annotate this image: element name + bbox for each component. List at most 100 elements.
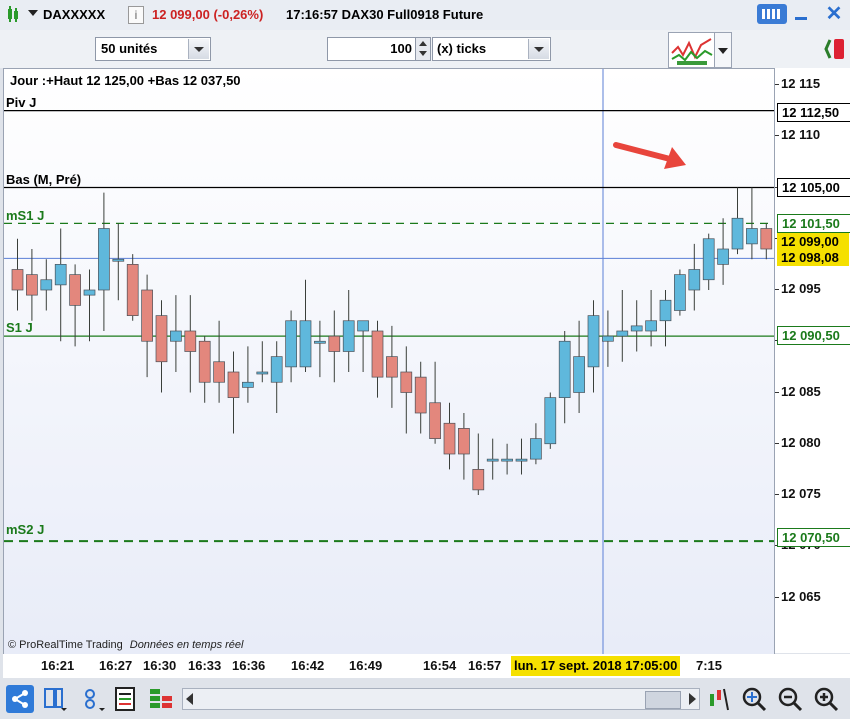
price-tag-last: 12 099,00: [777, 233, 849, 250]
candle-body: [126, 264, 139, 316]
candle-body: [616, 330, 629, 337]
orderbook-icon[interactable]: [148, 686, 174, 712]
candlestick-icon[interactable]: [6, 6, 20, 24]
y-tick-mark: [775, 596, 779, 598]
line-label-ms1: mS1 J: [6, 208, 45, 223]
side-panel-icon[interactable]: [822, 34, 848, 64]
symbol-label[interactable]: DAXXXXX: [43, 7, 105, 22]
candle-body: [141, 289, 153, 342]
title-bar: DAXXXXX i 12 099,00 (-0,26%) 17:16:57 DA…: [0, 0, 850, 31]
candle-body: [112, 258, 125, 262]
candle-body: [342, 320, 355, 352]
minimize-icon[interactable]: [792, 4, 810, 24]
candle-body: [242, 381, 254, 388]
candle-body: [544, 397, 557, 445]
scroll-thumb[interactable]: [645, 691, 681, 709]
candle-body: [688, 269, 701, 291]
zoom-out-icon[interactable]: [776, 685, 804, 713]
x-tick-label: 16:21: [41, 658, 75, 673]
y-tick-label: 12 080: [781, 434, 821, 450]
candle-body: [213, 361, 225, 383]
scroll-right-icon[interactable]: [689, 693, 696, 705]
price-tag-cross: 12 098,08: [777, 249, 849, 266]
units-select[interactable]: 50 unités: [95, 37, 211, 61]
candle-body: [11, 269, 24, 291]
indicator-dropdown-icon[interactable]: [714, 32, 732, 68]
y-tick-mark: [775, 442, 779, 444]
keyboard-icon[interactable]: [757, 4, 787, 24]
info-icon[interactable]: i: [128, 6, 144, 24]
y-tick-label: 12 110: [781, 127, 821, 143]
candle-body: [227, 371, 240, 398]
candle-body: [659, 299, 672, 322]
candle-body: [371, 330, 384, 378]
price-chart[interactable]: Jour :+Haut 12 125,00 +Bas 12 037,50 Piv…: [3, 68, 775, 655]
candle-body: [299, 320, 312, 368]
zoom-in-icon[interactable]: [812, 685, 840, 713]
candle-body: [558, 340, 571, 398]
chevron-down-icon[interactable]: [188, 39, 209, 59]
price-change: 12 099,00 (-0,26%): [152, 7, 264, 22]
y-tick-label: 12 065: [781, 588, 821, 604]
candle-body: [515, 458, 528, 462]
y-tick-mark: [775, 391, 779, 393]
ticks-select[interactable]: (x) ticks: [432, 37, 551, 61]
candle-body: [645, 320, 657, 332]
candle-body: [69, 274, 81, 306]
realtime-text: Données en temps réel: [129, 639, 244, 651]
report-icon[interactable]: [114, 686, 136, 712]
candle-body: [270, 356, 283, 383]
candle-body: [285, 320, 297, 368]
scroll-left-icon[interactable]: [186, 693, 193, 705]
units-select-label: 50 unités: [101, 41, 158, 56]
candle-body: [530, 438, 542, 460]
price-tag-piv: 12 112,50: [777, 103, 850, 122]
y-tick-label: 12 085: [781, 383, 821, 399]
close-icon[interactable]: ✕: [824, 4, 844, 24]
candle-body: [198, 340, 211, 383]
instrument-info: 17:16:57 DAX30 Full0918 Future: [286, 7, 484, 22]
price-axis[interactable]: 12 11512 11012 10512 10012 09512 09012 0…: [774, 68, 850, 653]
candle-body: [443, 422, 456, 455]
ticks-select-label: (x) ticks: [437, 41, 487, 56]
indicator-icon[interactable]: [668, 32, 716, 68]
candle-body: [170, 330, 182, 342]
y-tick-mark: [775, 135, 779, 137]
ticks-stepper[interactable]: [415, 37, 431, 61]
crosshair-date: lun. 17 sept. 2018 17:05:00: [511, 656, 681, 676]
horizontal-scrollbar[interactable]: [182, 688, 700, 710]
line-label-ms2: mS2 J: [6, 522, 45, 537]
candle-body: [472, 469, 485, 491]
candle-body: [501, 458, 513, 462]
y-tick-mark: [775, 289, 779, 290]
candle-body: [83, 289, 96, 296]
candle-body: [414, 376, 427, 414]
day-info: Jour :+Haut 12 125,00 +Bas 12 037,50: [10, 73, 241, 88]
time-axis[interactable]: 16:21 16:27 16:30 16:33 16:36 16:42 16:49 16:54…: [3, 654, 850, 678]
candle-body: [26, 274, 38, 296]
bottom-toolbar: [0, 680, 850, 719]
annotation-arrow: [612, 137, 692, 174]
x-tick-label: 16:33: [188, 658, 222, 673]
tools-icon[interactable]: [80, 686, 106, 712]
candle-body: [717, 248, 729, 265]
chevron-down-icon[interactable]: [528, 39, 549, 59]
candle-body: [155, 315, 168, 363]
x-tick-label: 16:42: [291, 658, 325, 673]
ticks-value-input[interactable]: 100: [327, 37, 417, 61]
candle-body: [40, 279, 53, 291]
share-icon[interactable]: [6, 685, 34, 713]
price-tag-ms1: 12 101,50: [777, 214, 850, 233]
candle-body: [256, 371, 269, 375]
layout-icon[interactable]: [42, 686, 68, 712]
y-tick-label: 12 115: [781, 76, 821, 91]
candle-body: [328, 335, 341, 352]
x-tick-label: 16:54: [423, 658, 457, 673]
x-tick-label: 16:49: [349, 658, 383, 673]
chart-tools-icon[interactable]: [706, 686, 732, 712]
dropdown-arrow-icon[interactable]: [28, 10, 38, 16]
candle-body: [602, 335, 614, 342]
zoom-fit-icon[interactable]: [740, 685, 768, 713]
candle-body: [386, 356, 398, 378]
candle-body: [400, 371, 413, 393]
